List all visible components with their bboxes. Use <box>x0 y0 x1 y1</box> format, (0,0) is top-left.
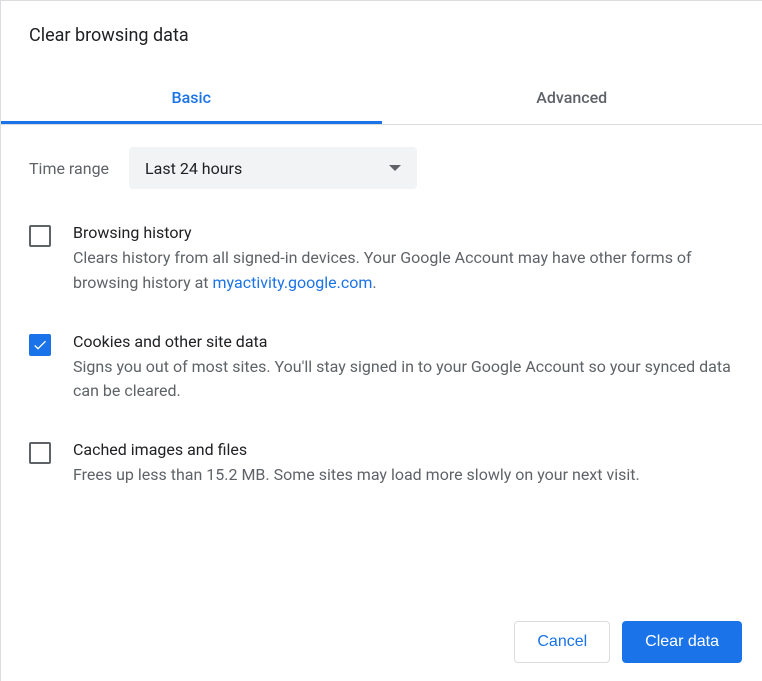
checkbox-browsing-history[interactable] <box>29 225 51 247</box>
dialog-footer: Cancel Clear data <box>494 603 762 681</box>
option-text: Browsing history Clears history from all… <box>73 223 734 296</box>
checkbox-cache[interactable] <box>29 442 51 464</box>
option-desc: Signs you out of most sites. You'll stay… <box>73 355 734 405</box>
option-text: Cached images and files Frees up less th… <box>73 440 734 488</box>
timerange-value: Last 24 hours <box>145 159 242 178</box>
tab-basic[interactable]: Basic <box>1 74 382 124</box>
timerange-row: Time range Last 24 hours <box>29 147 734 189</box>
timerange-label: Time range <box>29 159 109 178</box>
tabs: Basic Advanced <box>1 74 762 125</box>
option-text: Cookies and other site data Signs you ou… <box>73 332 734 405</box>
chevron-down-icon <box>389 165 401 171</box>
clear-data-button[interactable]: Clear data <box>622 621 742 663</box>
checkbox-cookies[interactable] <box>29 334 51 356</box>
dialog-title: Clear browsing data <box>1 1 762 46</box>
clear-browsing-data-dialog: Clear browsing data Basic Advanced Time … <box>0 0 762 681</box>
cancel-button[interactable]: Cancel <box>514 621 610 663</box>
option-cookies: Cookies and other site data Signs you ou… <box>29 332 734 405</box>
option-cache: Cached images and files Frees up less th… <box>29 440 734 488</box>
tab-advanced[interactable]: Advanced <box>382 74 762 124</box>
myactivity-link[interactable]: myactivity.google.com <box>213 273 373 292</box>
option-title: Browsing history <box>73 223 734 242</box>
option-title: Cookies and other site data <box>73 332 734 351</box>
option-browsing-history: Browsing history Clears history from all… <box>29 223 734 296</box>
option-desc: Clears history from all signed-in device… <box>73 246 734 296</box>
option-desc: Frees up less than 15.2 MB. Some sites m… <box>73 463 734 488</box>
timerange-dropdown[interactable]: Last 24 hours <box>129 147 417 189</box>
option-title: Cached images and files <box>73 440 734 459</box>
content: Time range Last 24 hours Browsing histor… <box>1 125 762 488</box>
